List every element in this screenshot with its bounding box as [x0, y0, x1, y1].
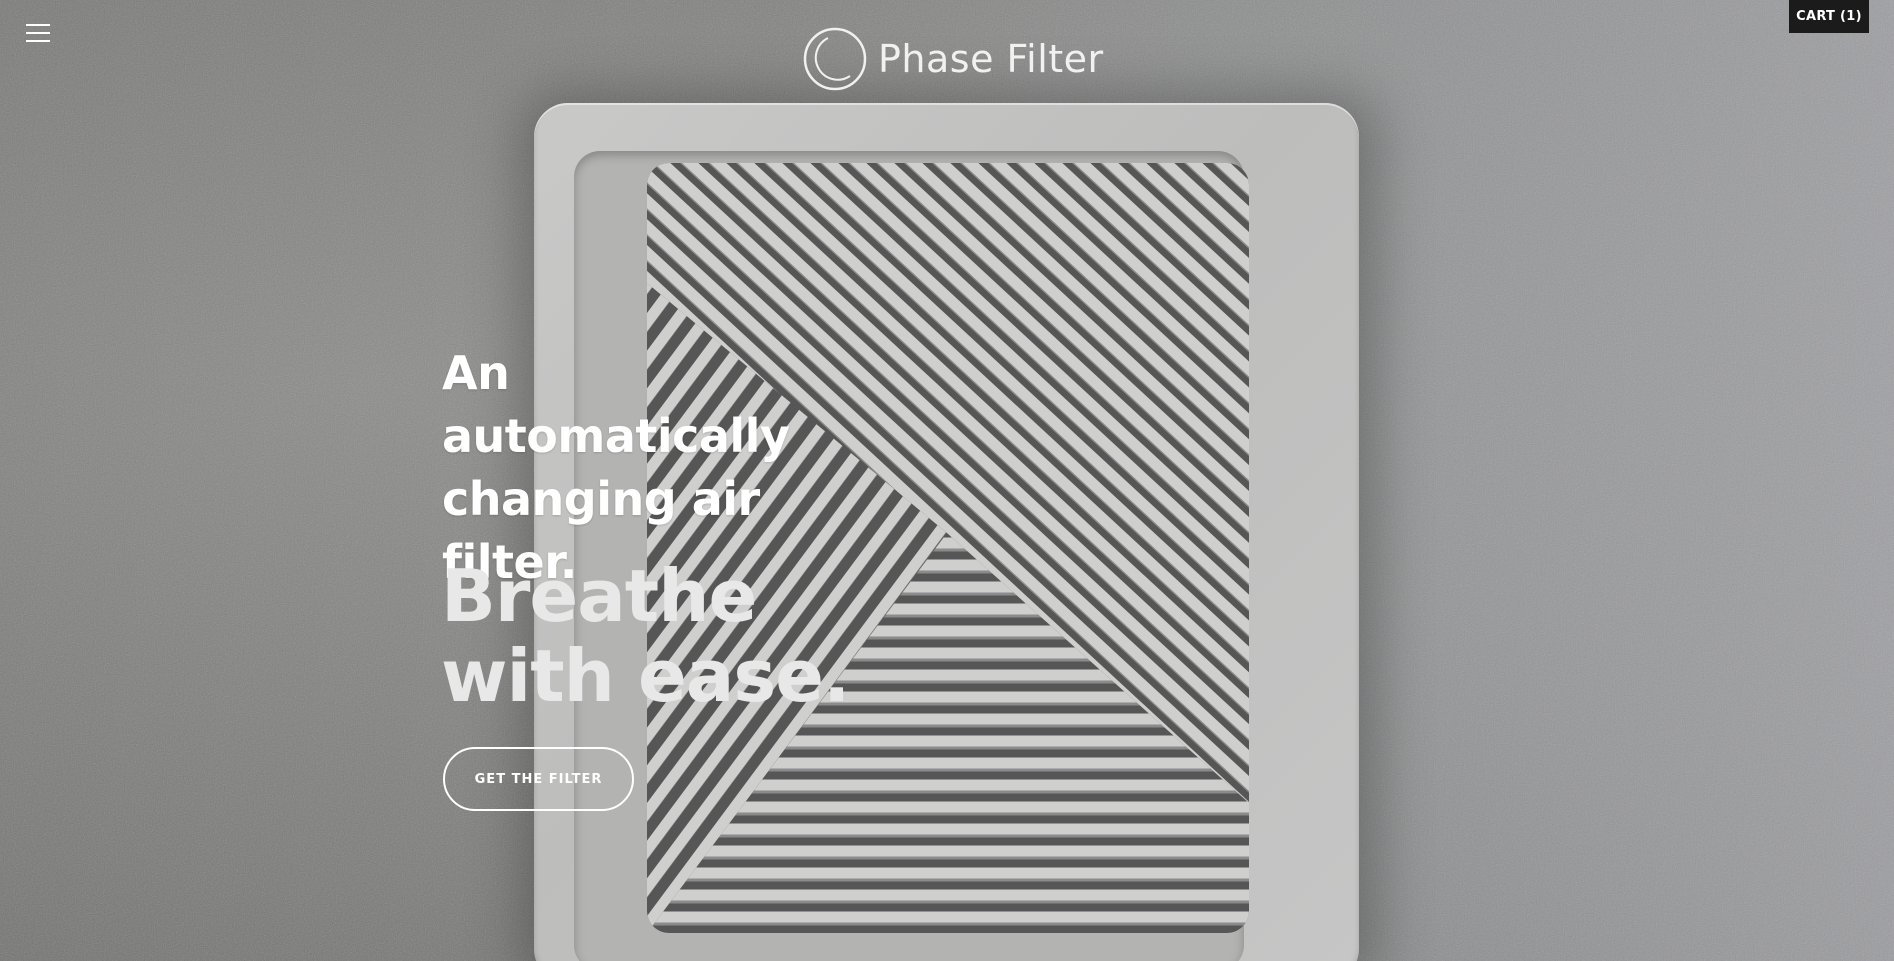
cart-button[interactable]: CART (1): [1789, 0, 1869, 33]
hero-tagline: Breathe with ease.: [441, 554, 850, 718]
logo-text: Phase Filter: [878, 37, 1104, 81]
hamburger-menu-icon[interactable]: [26, 24, 50, 44]
get-the-filter-button[interactable]: GET THE FILTER: [443, 747, 634, 811]
hero-section: Phase Filter CART (1) An automatically c…: [0, 0, 1894, 961]
logo[interactable]: Phase Filter: [802, 26, 1104, 92]
ring-logo-icon: [803, 27, 867, 91]
